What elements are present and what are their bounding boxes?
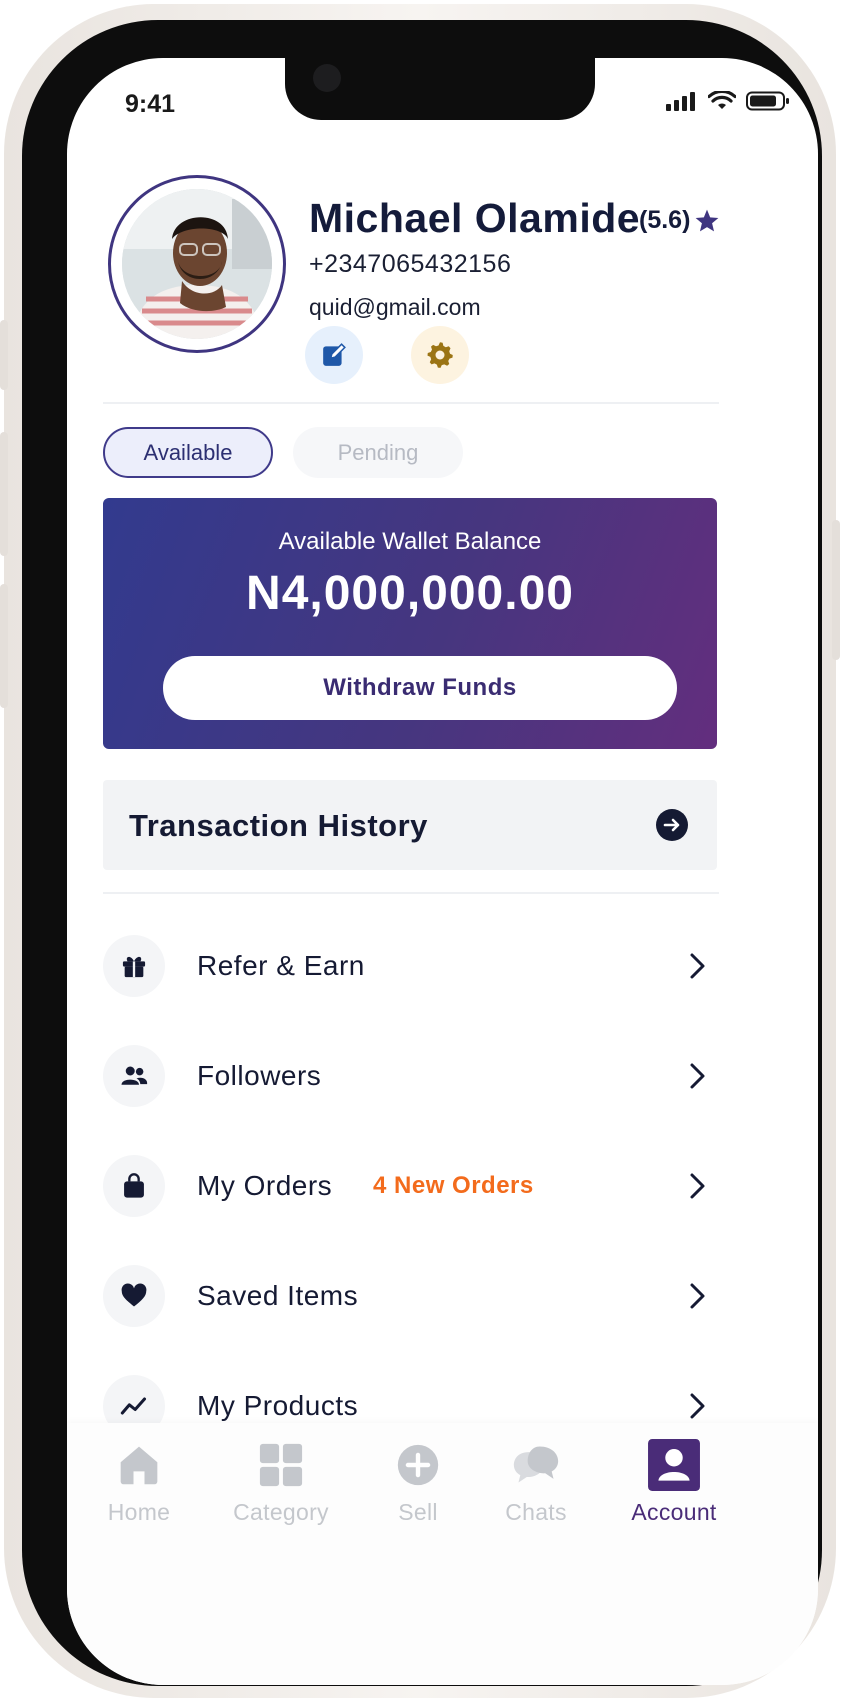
wallet-balance-amount: N4,000,000.00 bbox=[246, 567, 574, 620]
wifi-icon bbox=[708, 91, 736, 109]
edit-profile-button[interactable] bbox=[305, 326, 363, 384]
phone-body: 9:41 Michael Olamide (5.6) +234706543215… bbox=[22, 20, 822, 1686]
rating-value: (5.6) bbox=[639, 206, 691, 234]
divider bbox=[103, 402, 719, 404]
chevron-right-icon bbox=[690, 1173, 705, 1199]
tab-available[interactable]: Available bbox=[103, 427, 273, 478]
heart-icon bbox=[121, 1283, 147, 1307]
nav-category[interactable]: Category bbox=[216, 1439, 346, 1539]
profile-name: Michael Olamide bbox=[309, 195, 641, 241]
menu-item-saved-items[interactable]: Saved Items bbox=[103, 1265, 717, 1327]
nav-label: Sell bbox=[398, 1499, 438, 1525]
nav-label: Chats bbox=[505, 1499, 567, 1525]
phone-side-button bbox=[0, 320, 8, 390]
menu-icon-wrap bbox=[103, 935, 165, 997]
nav-icon-wrap bbox=[646, 1439, 702, 1491]
menu-icon-wrap bbox=[103, 1155, 165, 1217]
phone-side-button bbox=[832, 520, 840, 660]
new-orders-badge: 4 New Orders bbox=[373, 1172, 534, 1199]
arrow-right-circle-icon bbox=[656, 809, 688, 841]
menu-item-label: My Orders bbox=[197, 1170, 333, 1201]
chevron-right-icon bbox=[690, 1283, 705, 1309]
battery-icon bbox=[746, 91, 789, 111]
settings-button[interactable] bbox=[411, 326, 469, 384]
menu-item-label: Followers bbox=[197, 1060, 322, 1091]
nav-home[interactable]: Home bbox=[74, 1439, 204, 1539]
nav-chats[interactable]: Chats bbox=[471, 1439, 601, 1539]
plus-circle-icon bbox=[397, 1444, 439, 1486]
menu-item-label: Saved Items bbox=[197, 1280, 359, 1311]
withdraw-funds-button[interactable]: Withdraw Funds bbox=[163, 656, 677, 720]
bottom-nav: Home Category Sell Chats Account bbox=[67, 1423, 818, 1685]
chevron-right-icon bbox=[690, 1393, 705, 1419]
menu-icon-wrap bbox=[103, 1265, 165, 1327]
menu-item-followers[interactable]: Followers bbox=[103, 1045, 717, 1107]
chevron-right-icon bbox=[690, 953, 705, 979]
nav-label: Home bbox=[107, 1499, 171, 1525]
trending-icon bbox=[120, 1397, 147, 1415]
phone-side-button bbox=[0, 432, 8, 556]
status-icons bbox=[666, 91, 790, 111]
users-icon bbox=[121, 1066, 148, 1085]
app-screen: 9:41 Michael Olamide (5.6) +234706543215… bbox=[67, 58, 818, 1685]
nav-account[interactable]: Account bbox=[609, 1439, 739, 1539]
avatar bbox=[122, 189, 272, 339]
nav-label: Category bbox=[233, 1499, 329, 1525]
avatar-ring[interactable] bbox=[108, 175, 286, 353]
nav-label: Account bbox=[631, 1499, 717, 1525]
star-icon bbox=[696, 209, 719, 231]
home-icon bbox=[120, 1446, 158, 1485]
profile-phone: +2347065432156 bbox=[309, 250, 512, 278]
menu-icon-wrap bbox=[103, 1045, 165, 1107]
transaction-history-label: Transaction History bbox=[129, 808, 428, 843]
menu-item-my-orders[interactable]: My Orders 4 New Orders bbox=[103, 1155, 717, 1217]
menu-item-label: My Products bbox=[197, 1390, 359, 1421]
status-time: 9:41 bbox=[125, 90, 176, 118]
shopping-bag-icon bbox=[124, 1173, 144, 1198]
account-icon bbox=[648, 1439, 700, 1491]
signal-icon bbox=[666, 92, 695, 111]
menu-item-refer-earn[interactable]: Refer & Earn bbox=[103, 935, 717, 997]
phone-side-button bbox=[0, 584, 8, 708]
nav-icon-wrap bbox=[111, 1439, 167, 1491]
edit-icon bbox=[323, 343, 346, 366]
profile-rating: (5.6) bbox=[639, 206, 720, 235]
wallet-balance-card: Available Wallet Balance N4,000,000.00 W… bbox=[103, 498, 717, 749]
transaction-history-button[interactable]: Transaction History bbox=[103, 780, 717, 870]
nav-sell[interactable]: Sell bbox=[353, 1439, 483, 1539]
phone-frame: 9:41 Michael Olamide (5.6) +234706543215… bbox=[0, 4, 840, 1698]
menu-item-label: Refer & Earn bbox=[197, 950, 365, 981]
nav-icon-wrap bbox=[253, 1439, 309, 1491]
camera bbox=[313, 64, 341, 92]
wallet-balance-label: Available Wallet Balance bbox=[278, 528, 542, 555]
tab-pending[interactable]: Pending bbox=[293, 427, 463, 478]
divider bbox=[103, 892, 719, 894]
profile-photo-icon bbox=[122, 189, 272, 339]
nav-icon-wrap bbox=[508, 1439, 564, 1491]
profile-email: quid@gmail.com bbox=[309, 294, 481, 320]
nav-icon-wrap bbox=[390, 1439, 446, 1491]
chevron-right-icon bbox=[690, 1063, 705, 1089]
gear-icon bbox=[427, 342, 453, 368]
notch bbox=[285, 58, 595, 120]
grid-icon bbox=[259, 1443, 303, 1487]
chat-bubbles-icon bbox=[513, 1446, 559, 1483]
gift-icon bbox=[122, 956, 146, 978]
